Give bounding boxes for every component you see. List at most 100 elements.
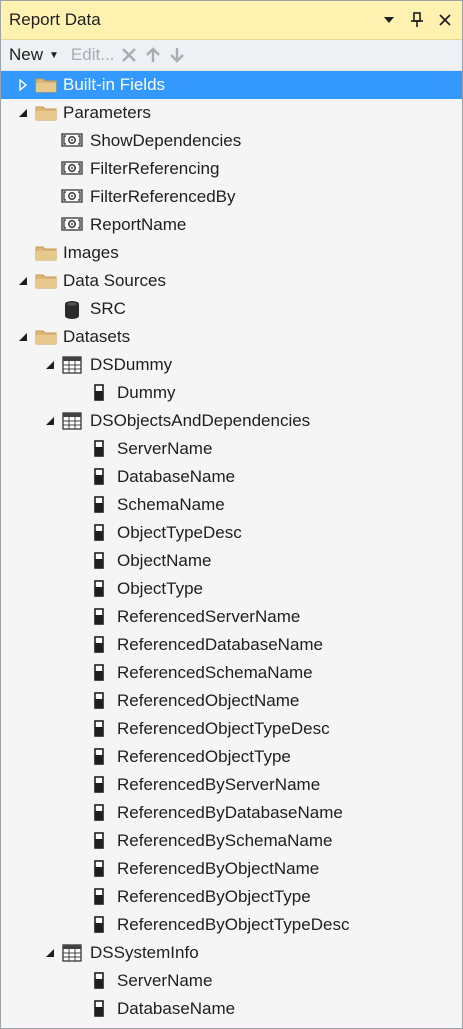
move-down-button[interactable] [168,46,186,64]
tree-item-field[interactable]: ReferencedObjectName [1,687,462,715]
tree-item-parameters[interactable]: Parameters [1,99,462,127]
tree-item-label: ObjectType [117,579,203,598]
tree-item-label: ReferencedDatabaseName [117,635,324,654]
dataset-icon [62,356,82,379]
tree-item-label: Datasets [63,327,131,346]
collapse-arrow-icon[interactable] [17,331,29,343]
tree-item-label: DSDummy [90,355,173,374]
tree-item-label: ReferencedObjectTypeDesc [117,719,330,738]
folder-icon [35,328,57,350]
tree-item-label: SRC [90,299,126,318]
database-icon [64,300,80,324]
tree-item-label: Parameters [63,103,151,122]
tree-item-data-source[interactable]: SRC [1,295,462,323]
tree-item-built-in-fields[interactable]: Built-in Fields [1,71,462,99]
field-icon [94,524,104,546]
edit-button[interactable]: Edit... [71,45,114,65]
tree-item-field[interactable]: ObjectName [1,547,462,575]
tree-item-label: ReferencedSchemaName [117,663,313,682]
window-position-dropdown-icon[interactable] [378,9,400,31]
tree-item-parameter[interactable]: ReportName [1,211,462,239]
tree-item-field[interactable]: ObjectType [1,575,462,603]
tree-item-field[interactable]: ObjectTypeDesc [1,519,462,547]
tree-item-field[interactable]: ReferencedByDatabaseName [1,799,462,827]
new-button[interactable]: New ▼ [9,45,65,65]
tree-item-dataset[interactable]: DSObjectsAndDependencies [1,407,462,435]
tree-item-field[interactable]: DatabaseName [1,463,462,491]
pin-icon[interactable] [406,9,428,31]
field-icon [94,580,104,602]
tree-item-label: FilterReferencing [90,159,220,178]
tree-item-parameter[interactable]: FilterReferencedBy [1,183,462,211]
field-icon [94,692,104,714]
report-data-tree: Built-in Fields Parameters ShowDependencie… [1,71,462,1023]
field-icon [94,832,104,854]
parameter-icon [61,160,83,181]
tree-item-field[interactable]: Dummy [1,379,462,407]
tree-item-label: Built-in Fields [63,75,166,94]
tree-item-label: ReferencedByServerName [117,775,321,794]
delete-button[interactable] [120,46,138,64]
field-icon [94,496,104,518]
field-icon [94,664,104,686]
toolbar: New ▼ Edit... [1,40,462,71]
collapse-arrow-icon[interactable] [17,275,29,287]
dataset-icon [62,412,82,435]
tree-item-label: DatabaseName [117,999,236,1018]
tree-item-field[interactable]: ReferencedServerName [1,603,462,631]
tree-item-label: ReferencedObjectName [117,691,300,710]
tree-item-field[interactable]: ReferencedBySchemaName [1,827,462,855]
collapse-arrow-icon[interactable] [44,947,56,959]
tree-item-label: DSSystemInfo [90,943,199,962]
tree-item-label: Dummy [117,383,176,402]
tree-item-field[interactable]: ReferencedByServerName [1,771,462,799]
expand-arrow-icon[interactable] [17,79,29,91]
tree-item-field[interactable]: ReferencedDatabaseName [1,631,462,659]
tree-item-data-sources[interactable]: Data Sources [1,267,462,295]
close-icon[interactable] [434,9,456,31]
tree-item-field[interactable]: ServerName [1,435,462,463]
tree-item-field[interactable]: ReferencedObjectType [1,743,462,771]
field-icon [94,384,104,406]
tree-item-field[interactable]: ReferencedByObjectType [1,883,462,911]
tree-item-field[interactable]: ReferencedByObjectName [1,855,462,883]
tree-item-parameter[interactable]: FilterReferencing [1,155,462,183]
tree-item-field[interactable]: SchemaName [1,491,462,519]
field-icon [94,1000,104,1022]
move-up-button[interactable] [144,46,162,64]
tree-item-label: DSObjectsAndDependencies [90,411,311,430]
tree-item-datasets[interactable]: Datasets [1,323,462,351]
tree-item-label: ReferencedServerName [117,607,301,626]
tree-item-label: ServerName [117,439,213,458]
tree-item-dataset[interactable]: DSSystemInfo [1,939,462,967]
tree-item-field[interactable]: DatabaseName [1,995,462,1023]
arrow-down-icon [170,48,185,63]
field-icon [94,720,104,742]
tree-item-field[interactable]: ReferencedObjectTypeDesc [1,715,462,743]
title-bar: Report Data [1,1,462,40]
field-icon [94,748,104,770]
tree-item-field[interactable]: ReferencedByObjectTypeDesc [1,911,462,939]
field-icon [94,804,104,826]
tree-item-label: ObjectTypeDesc [117,523,242,542]
folder-icon [35,76,57,98]
parameter-icon [61,216,83,237]
tree-item-images[interactable]: Images [1,239,462,267]
field-icon [94,972,104,994]
tree-item-parameter[interactable]: ShowDependencies [1,127,462,155]
field-icon [94,888,104,910]
tree-item-field[interactable]: ReferencedSchemaName [1,659,462,687]
collapse-arrow-icon[interactable] [17,107,29,119]
tree-item-dataset[interactable]: DSDummy [1,351,462,379]
tree-item-label: ReportName [90,215,187,234]
field-icon [94,636,104,658]
field-icon [94,440,104,462]
tree-item-label: Images [63,243,119,262]
tree-item-field[interactable]: ServerName [1,967,462,995]
collapse-arrow-icon[interactable] [44,415,56,427]
tree-item-label: ReferencedBySchemaName [117,831,333,850]
tree-item-label: ReferencedByDatabaseName [117,803,343,822]
tree-item-label: Data Sources [63,271,166,290]
collapse-arrow-icon[interactable] [44,359,56,371]
arrow-up-icon [146,47,161,62]
